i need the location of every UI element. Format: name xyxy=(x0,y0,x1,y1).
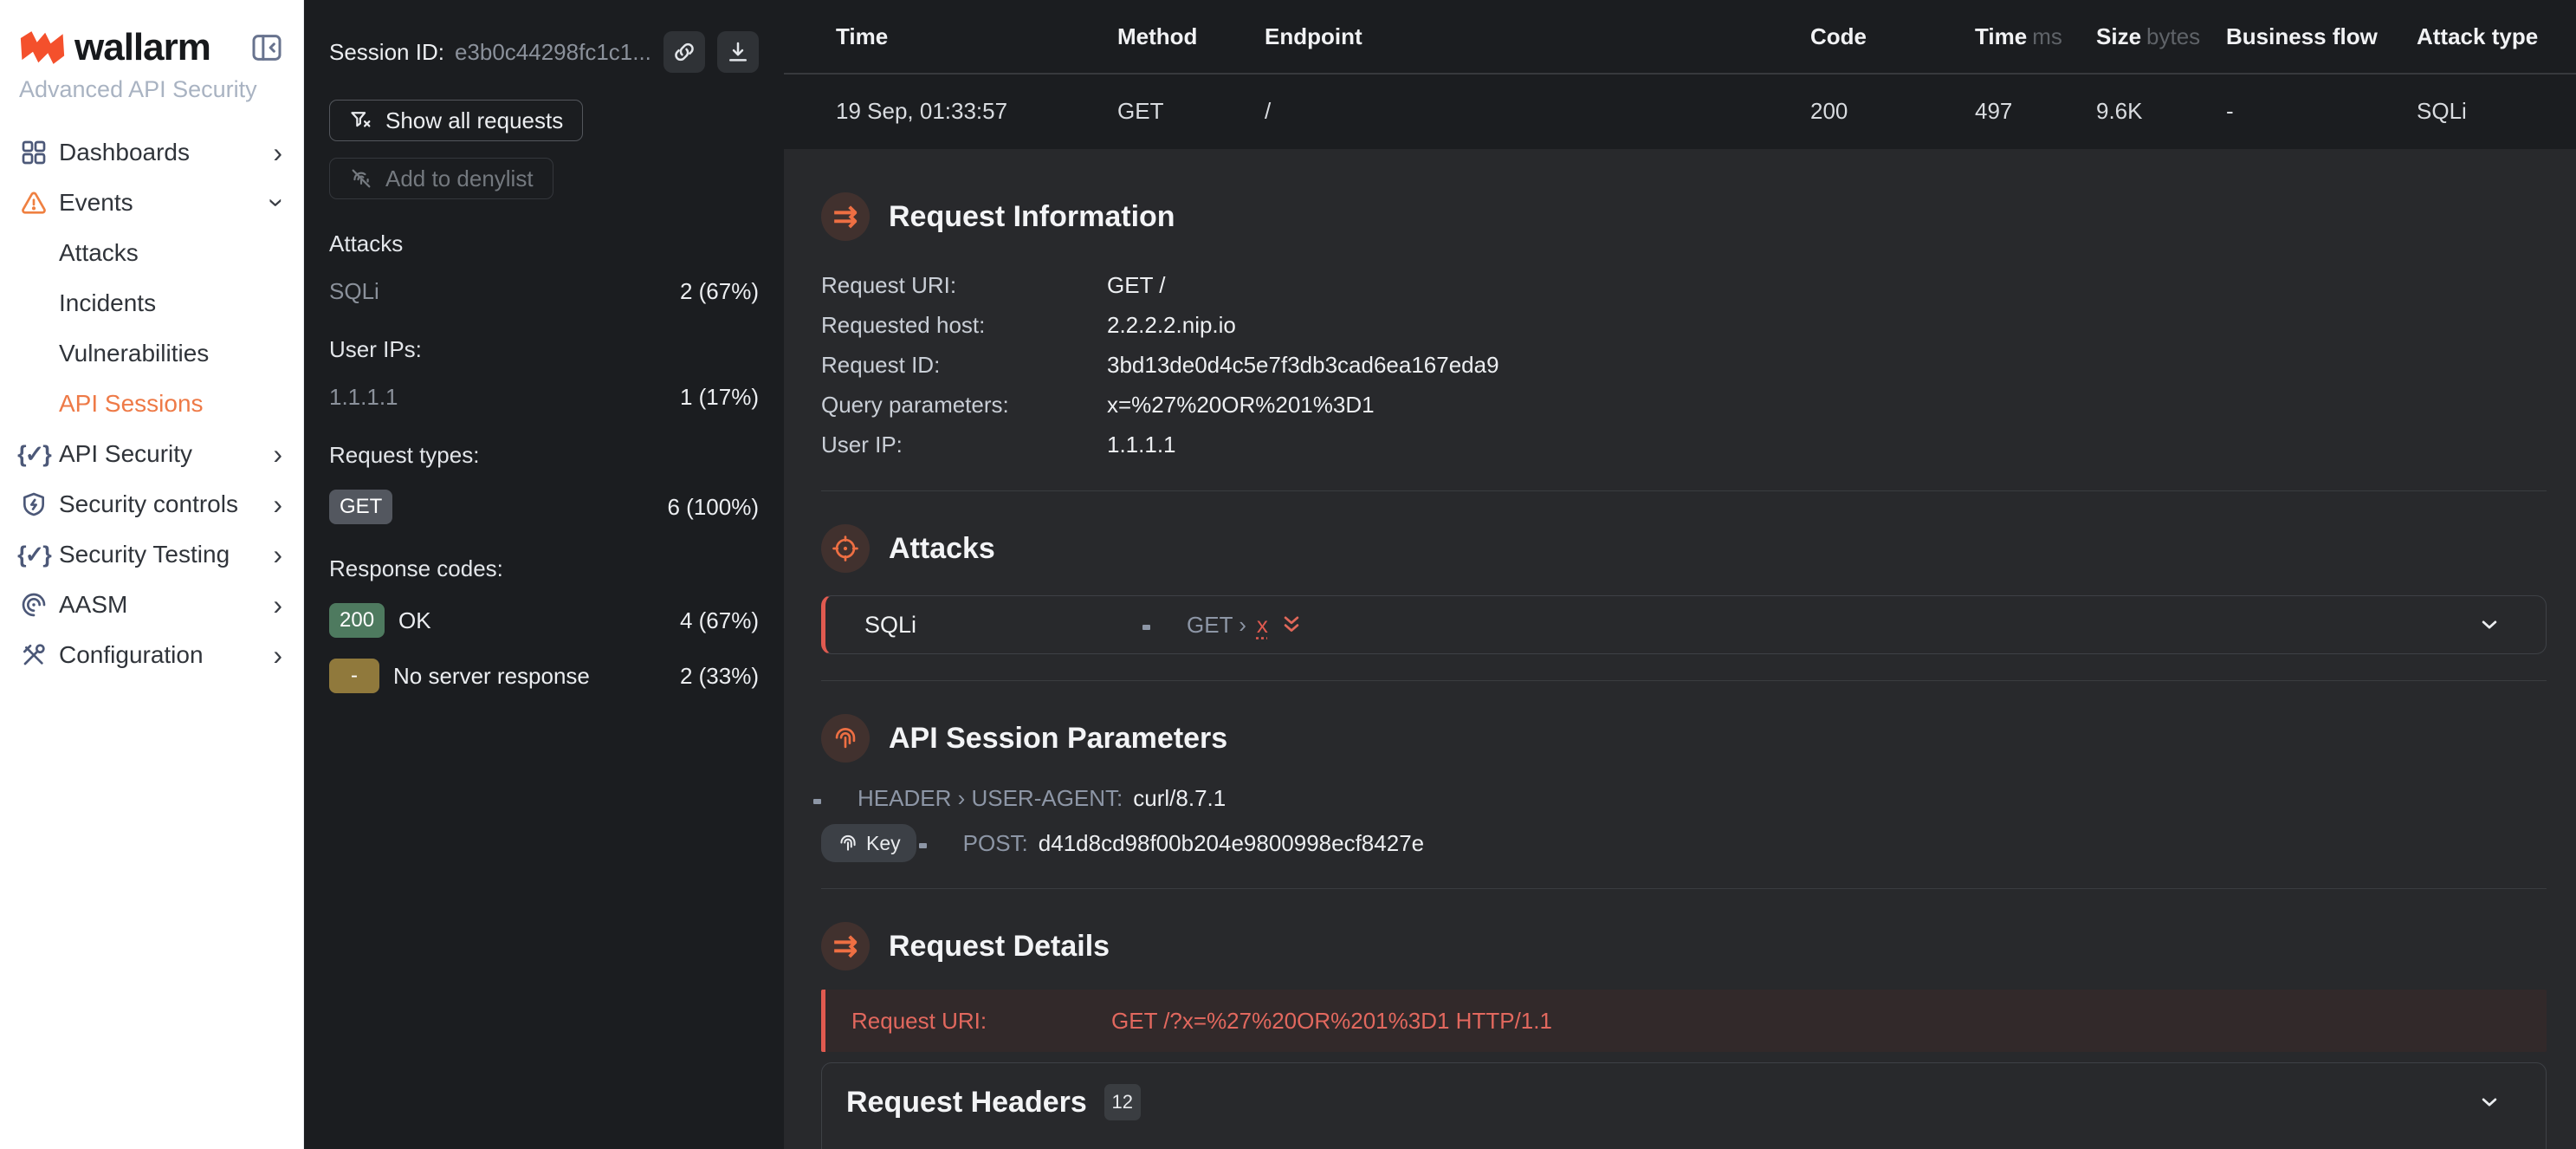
show-all-requests-button[interactable]: Show all requests xyxy=(329,100,583,141)
user-ip-stat-row: 1.1.1.1 1 (17%) xyxy=(329,384,759,411)
request-row[interactable]: 19 Sep, 01:33:57 GET / 200 497 9.6K - SQ… xyxy=(784,75,2576,147)
session-panel: Session ID: e3b0c44298fc1c1... Show all … xyxy=(304,0,784,1149)
sidebar-item-vulnerabilities[interactable]: Vulnerabilities xyxy=(0,328,303,379)
divider xyxy=(821,680,2547,681)
status-none-badge: - xyxy=(329,659,379,693)
status-200-badge: 200 xyxy=(329,603,385,638)
fingerprint-off-icon xyxy=(349,166,373,191)
sidebar-item-incidents[interactable]: Incidents xyxy=(0,278,303,328)
sidebar-item-security-testing[interactable]: {✓} Security Testing › xyxy=(0,529,303,580)
requests-table: Time Method Endpoint Code Timems Sizebyt… xyxy=(784,0,2576,149)
download-button[interactable] xyxy=(717,31,759,73)
sidebar-item-api-sessions[interactable]: API Sessions xyxy=(0,379,303,429)
filter-x-icon xyxy=(349,108,373,133)
sidebar-item-aasm[interactable]: AASM › xyxy=(0,580,303,630)
chevron-right-icon: › xyxy=(273,641,282,669)
chevron-down-icon: › xyxy=(264,198,292,208)
session-id-label: Session ID: xyxy=(329,39,444,66)
api-session-parameters-header: API Session Parameters xyxy=(821,714,2547,763)
expand-chevron-icon[interactable] xyxy=(2476,612,2502,638)
request-information-fields: Request URI:GET / Requested host:2.2.2.2… xyxy=(821,265,2547,464)
session-parameter-row: HEADER › USER-AGENT: curl/8.7.1 xyxy=(821,785,2547,812)
chevron-right-icon: › xyxy=(273,541,282,568)
sidebar-item-configuration[interactable]: Configuration › xyxy=(0,630,303,680)
copy-link-button[interactable] xyxy=(663,31,705,73)
braces-check-icon: {✓} xyxy=(17,441,50,468)
session-parameter-rows: HEADER › USER-AGENT: curl/8.7.1 Key POST… xyxy=(821,785,2547,862)
section-title: Attacks xyxy=(889,532,995,566)
session-parameter-row: Key POST: d41d8cd98f00b204e9800998ecf842… xyxy=(821,824,2547,862)
logo-row: wallarm xyxy=(0,0,303,69)
warning-triangle-icon xyxy=(17,189,50,217)
request-types-group-title: Request types: xyxy=(329,442,759,469)
malicious-request-uri-row: Request URI: GET /?x=%27%20OR%201%3D1 HT… xyxy=(821,990,2547,1052)
chevron-right-icon: › xyxy=(273,440,282,468)
target-icon xyxy=(821,524,870,573)
add-to-denylist-button[interactable]: Add to denylist xyxy=(329,158,553,199)
double-arrow-right-icon: ⇉ xyxy=(821,192,870,241)
chevron-right-icon: › xyxy=(273,139,282,166)
sidebar: wallarm Advanced API Security Dashboards… xyxy=(0,0,304,1149)
sqli-attack-card[interactable]: SQLi GET › x xyxy=(821,595,2547,654)
requests-table-header: Time Method Endpoint Code Timems Sizebyt… xyxy=(784,0,2576,75)
session-id-value: e3b0c44298fc1c1... xyxy=(455,39,651,66)
method-badge: GET xyxy=(329,490,392,524)
response-code-stat-row: - No server response 2 (33%) xyxy=(329,659,759,693)
chevron-right-icon: › xyxy=(273,591,282,619)
grid-icon xyxy=(17,139,50,166)
headers-count-badge: 12 xyxy=(1104,1084,1141,1120)
app-subtitle: Advanced API Security xyxy=(0,69,303,103)
sidebar-nav: Dashboards › Events › Attacks Incidents … xyxy=(0,127,303,680)
divider xyxy=(821,888,2547,889)
section-title: Request Information xyxy=(889,200,1175,234)
request-information-header: ⇉ Request Information xyxy=(821,192,2547,241)
section-title: Request Details xyxy=(889,930,1110,964)
attacks-section-header: Attacks xyxy=(821,524,2547,573)
request-type-stat-row: GET 6 (100%) xyxy=(329,490,759,524)
attacks-group-title: Attacks xyxy=(329,230,759,257)
attack-parameter-link[interactable]: x xyxy=(1257,612,1268,639)
attack-stat-row: SQLi 2 (67%) xyxy=(329,278,759,305)
logo-text: wallarm xyxy=(74,26,210,69)
request-headers-card[interactable]: Request Headers 12 xyxy=(821,1062,2547,1149)
sidebar-item-dashboards[interactable]: Dashboards › xyxy=(0,127,303,178)
sidebar-item-security-controls[interactable]: Security controls › xyxy=(0,479,303,529)
swirl-icon xyxy=(17,591,50,619)
double-chevron-down-icon xyxy=(1278,612,1304,638)
fingerprint-icon xyxy=(821,714,870,763)
request-headers-title: Request Headers xyxy=(846,1086,1087,1120)
divider xyxy=(821,490,2547,491)
user-ips-group-title: User IPs: xyxy=(329,336,759,363)
fingerprint-icon xyxy=(837,832,859,854)
sidebar-item-attacks[interactable]: Attacks xyxy=(0,228,303,278)
shield-bolt-icon xyxy=(17,490,50,518)
key-badge: Key xyxy=(821,824,916,862)
sidebar-item-events[interactable]: Events › xyxy=(0,178,303,228)
response-code-stat-row: 200 OK 4 (67%) xyxy=(329,603,759,638)
chevron-right-icon: › xyxy=(273,490,282,518)
collapse-sidebar-icon[interactable] xyxy=(249,30,284,65)
expand-chevron-icon[interactable] xyxy=(2476,1089,2502,1115)
response-codes-group-title: Response codes: xyxy=(329,555,759,582)
section-title: API Session Parameters xyxy=(889,722,1227,756)
wallarm-logo-icon xyxy=(19,29,66,67)
double-arrow-right-icon: ⇉ xyxy=(821,922,870,970)
sidebar-item-api-security[interactable]: {✓} API Security › xyxy=(0,429,303,479)
request-details-header: ⇉ Request Details xyxy=(821,922,2547,970)
braces-check-icon: {✓} xyxy=(17,542,50,568)
tools-icon xyxy=(17,641,50,669)
request-details-panel: ⇉ Request Information Request URI:GET / … xyxy=(784,149,2576,1149)
